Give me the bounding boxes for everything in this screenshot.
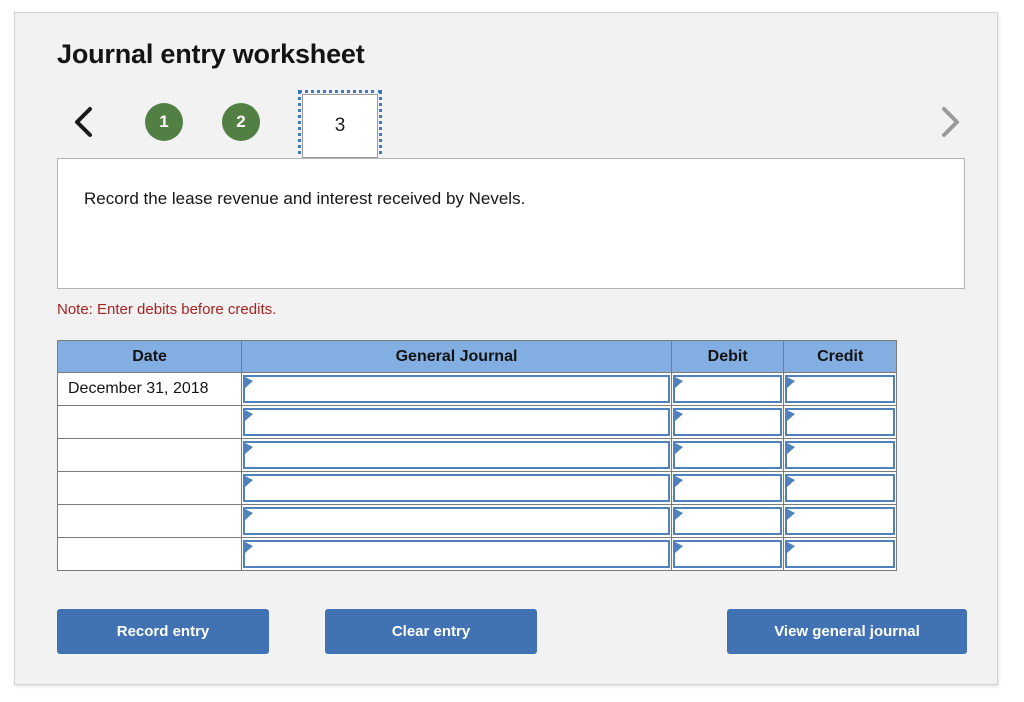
column-header-debit: Debit (670, 340, 785, 373)
debit-input[interactable] (672, 375, 783, 403)
table-row (56, 405, 897, 439)
credit-cell[interactable] (783, 405, 897, 439)
step-1[interactable]: 1 (145, 103, 183, 141)
credit-cell[interactable] (783, 504, 897, 538)
table-row (56, 471, 897, 505)
record-entry-button[interactable]: Record entry (57, 609, 269, 654)
column-header-credit: Credit (783, 340, 897, 373)
debit-cell[interactable] (670, 471, 785, 505)
credit-input[interactable] (785, 408, 895, 436)
table-header-row: Date General Journal Debit Credit (56, 340, 897, 373)
account-name-input[interactable] (243, 474, 670, 502)
account-name-input[interactable] (243, 507, 670, 535)
journal-entry-table: Date General Journal Debit Credit Decemb… (56, 340, 897, 571)
debit-input[interactable] (672, 441, 783, 469)
general-journal-cell[interactable] (241, 438, 672, 472)
clear-entry-button[interactable]: Clear entry (325, 609, 537, 654)
table-row (56, 537, 897, 571)
chevron-left-icon (67, 99, 101, 145)
debits-before-credits-note: Note: Enter debits before credits. (57, 301, 277, 318)
column-header-general-journal: General Journal (241, 340, 672, 373)
date-cell[interactable] (56, 537, 243, 571)
table-row: December 31, 2018 (56, 372, 897, 406)
date-cell[interactable] (56, 471, 243, 505)
debit-cell[interactable] (670, 504, 785, 538)
debit-cell[interactable] (670, 372, 785, 406)
date-cell[interactable] (56, 504, 243, 538)
date-cell[interactable] (56, 438, 243, 472)
step-3[interactable]: 3 (298, 90, 382, 162)
table-row (56, 438, 897, 472)
date-cell[interactable] (56, 405, 243, 439)
transaction-description-box: Record the lease revenue and interest re… (57, 158, 965, 289)
step-3-label: 3 (334, 115, 346, 136)
account-name-input[interactable] (243, 540, 670, 568)
debit-cell[interactable] (670, 438, 785, 472)
date-value: December 31, 2018 (68, 380, 209, 397)
credit-cell[interactable] (783, 372, 897, 406)
general-journal-cell[interactable] (241, 537, 672, 571)
credit-cell[interactable] (783, 537, 897, 571)
step-2[interactable]: 2 (222, 103, 260, 141)
page-title: Journal entry worksheet (57, 39, 365, 69)
credit-input[interactable] (785, 441, 895, 469)
debit-cell[interactable] (670, 537, 785, 571)
debit-cell[interactable] (670, 405, 785, 439)
general-journal-cell[interactable] (241, 471, 672, 505)
general-journal-cell[interactable] (241, 405, 672, 439)
debit-input[interactable] (672, 474, 783, 502)
general-journal-cell[interactable] (241, 504, 672, 538)
credit-input[interactable] (785, 540, 895, 568)
account-name-input[interactable] (243, 441, 670, 469)
credit-cell[interactable] (783, 471, 897, 505)
worksheet-panel: Journal entry worksheet 1 2 3 Record the… (14, 12, 998, 685)
transaction-description-text: Record the lease revenue and interest re… (84, 189, 526, 208)
step-1-label: 1 (159, 112, 169, 131)
general-journal-cell[interactable] (241, 372, 672, 406)
date-cell[interactable]: December 31, 2018 (56, 372, 243, 406)
credit-cell[interactable] (783, 438, 897, 472)
debit-input[interactable] (672, 408, 783, 436)
table-row (56, 504, 897, 538)
step-2-label: 2 (236, 112, 246, 131)
debit-input[interactable] (672, 507, 783, 535)
step-pager: 1 2 3 (57, 90, 967, 162)
credit-input[interactable] (785, 474, 895, 502)
credit-input[interactable] (785, 507, 895, 535)
chevron-right-icon (933, 99, 967, 145)
credit-input[interactable] (785, 375, 895, 403)
prev-step-button[interactable] (67, 99, 101, 145)
column-header-date: Date (56, 340, 243, 373)
next-step-button[interactable] (933, 99, 967, 145)
account-name-input[interactable] (243, 375, 670, 403)
debit-input[interactable] (672, 540, 783, 568)
view-general-journal-button[interactable]: View general journal (727, 609, 967, 654)
account-name-input[interactable] (243, 408, 670, 436)
